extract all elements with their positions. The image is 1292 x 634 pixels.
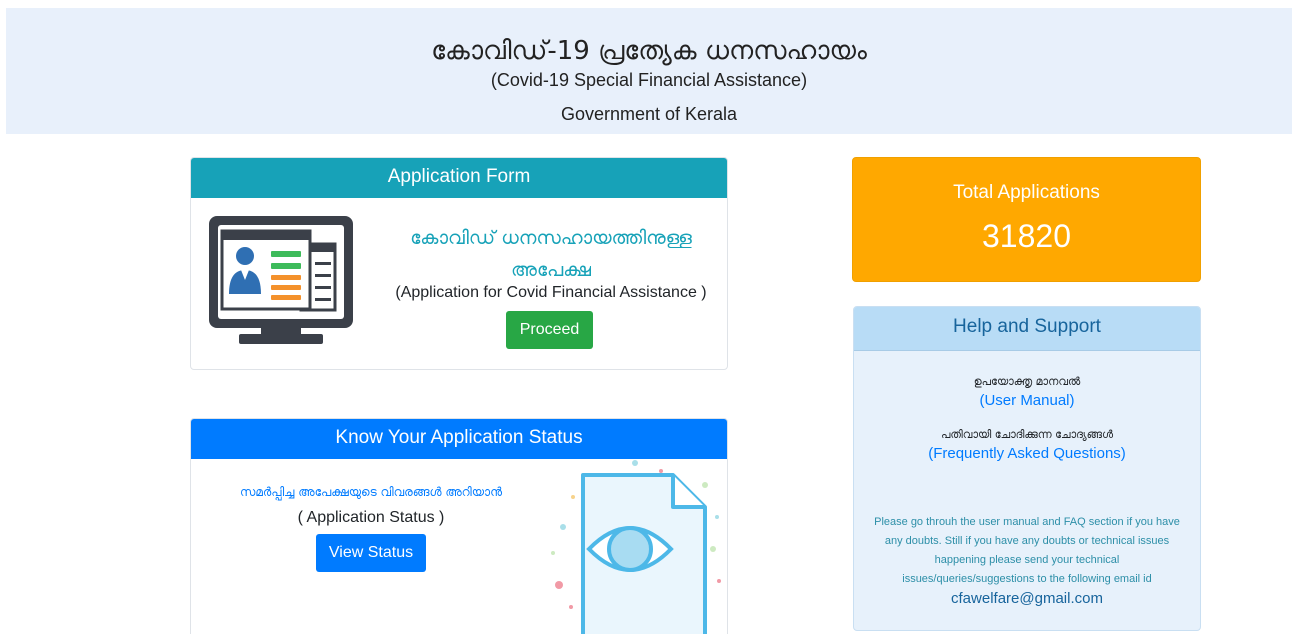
- user-manual-label[interactable]: (User Manual): [854, 392, 1200, 409]
- page-title-english: (Covid-19 Special Financial Assistance): [490, 70, 808, 90]
- application-status-card: Know Your Application Status സമർപ്പിച്ച …: [190, 418, 728, 634]
- total-applications-label: Total Applications: [953, 182, 1100, 203]
- view-status-button[interactable]: View Status: [316, 534, 426, 572]
- faq-link[interactable]: പതിവായി ചോദിക്കുന്ന ചോദ്യങ്ങൾ (Frequentl…: [854, 428, 1200, 462]
- support-note: Please go throuh the user manual and FAQ…: [874, 516, 1180, 585]
- total-applications-card: Total Applications 31820: [852, 157, 1201, 282]
- status-subtitle: ( Application Status ): [297, 509, 445, 526]
- help-support-heading: Help and Support: [854, 307, 1200, 351]
- page-header: കോവിഡ്-19 പ്രത്യേക ധനസഹായം (Covid-19 Spe…: [6, 8, 1292, 134]
- faq-label[interactable]: (Frequently Asked Questions): [854, 445, 1200, 462]
- organization-name: Government of Kerala: [560, 104, 738, 124]
- application-form-card: Application Form കോവിഡ് ധനസഹായത്തിനുള്ള …: [190, 157, 728, 370]
- application-status-heading: Know Your Application Status: [191, 419, 727, 459]
- status-title-malayalam: സമർപ്പിച്ച അപേക്ഷയുടെ വിവരങ്ങൾ അറിയാൻ: [239, 485, 503, 499]
- faq-label-malayalam: പതിവായി ചോദിക്കുന്ന ചോദ്യങ്ങൾ: [940, 428, 1114, 441]
- computer-user-profile-icon: [207, 214, 355, 351]
- total-applications-count: 31820: [982, 218, 1071, 254]
- page-title-malayalam: കോവിഡ്-19 പ്രത്യേക ധനസഹായം: [431, 36, 867, 66]
- proceed-button[interactable]: Proceed: [506, 311, 593, 349]
- user-manual-label-malayalam: ഉപയോക്തൃ മാനവൽ: [973, 375, 1081, 388]
- support-email-link[interactable]: cfawelfare@gmail.com: [854, 590, 1200, 607]
- user-manual-link[interactable]: ഉപയോക്തൃ മാനവൽ (User Manual): [854, 375, 1200, 409]
- application-subtitle: (Application for Covid Financial Assista…: [395, 284, 707, 301]
- application-title-malayalam: കോവിഡ് ധനസഹായത്തിനുള്ള അപേക്ഷ: [410, 227, 692, 281]
- help-support-card: Help and Support ഉപയോക്തൃ മാനവൽ (User Ma…: [853, 306, 1201, 631]
- document-eye-icon: [543, 457, 727, 634]
- application-form-heading: Application Form: [191, 158, 727, 198]
